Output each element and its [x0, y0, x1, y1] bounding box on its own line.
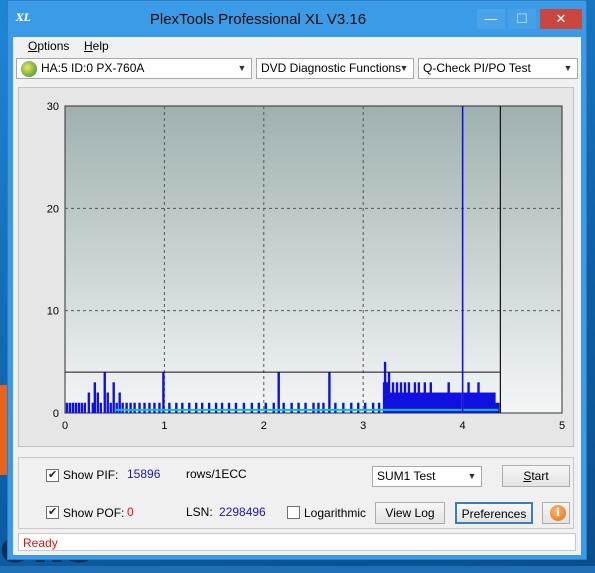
menu-options-accel: O	[28, 39, 38, 53]
show-pif-label: Show PIF:	[63, 468, 119, 482]
y-tick-label: 20	[47, 203, 59, 215]
x-tick-label: 2	[261, 420, 267, 432]
info-button[interactable]: i	[542, 502, 570, 524]
close-button[interactable]: ✕	[540, 9, 582, 29]
minimize-button[interactable]: —	[477, 9, 505, 29]
status-bar: Ready	[18, 533, 576, 551]
menu-help[interactable]: Help	[84, 39, 109, 53]
view-log-button[interactable]: View Log	[375, 502, 445, 524]
client-area: Options Help HA:5 ID:0 PX-760A ▼ DVD Dia…	[13, 37, 581, 555]
lsn-value: 2298496	[219, 505, 266, 519]
show-pof-checkbox[interactable]: ✔	[46, 506, 59, 519]
y-tick-label: 0	[53, 408, 59, 420]
drive-select-value: HA:5 ID:0 PX-760A	[41, 61, 145, 75]
maximize-button[interactable]: ☐	[508, 9, 536, 29]
chevron-down-icon: ▼	[237, 63, 247, 73]
drive-select[interactable]: HA:5 ID:0 PX-760A ▼	[16, 58, 252, 79]
function-select[interactable]: DVD Diagnostic Functions ▼	[256, 58, 414, 79]
pi-po-chart: 0 1 2 3 4 5 0 10 20 30	[47, 101, 565, 432]
y-tick-label: 30	[47, 101, 59, 113]
show-pif-checkbox[interactable]: ✔	[46, 469, 59, 482]
status-text: Ready	[23, 536, 58, 550]
pof-value: 0	[127, 505, 134, 519]
plot-area	[64, 105, 563, 414]
logarithmic-label: Logarithmic	[304, 506, 367, 520]
controls-panel: ✔ Show PIF: 15896 rows/1ECC SUM1 Test ▼ …	[18, 457, 574, 529]
lsn-label: LSN:	[186, 505, 213, 519]
x-tick-label: 1	[161, 420, 167, 432]
x-tick-label: 4	[460, 420, 466, 432]
checkmark-icon: ✔	[48, 506, 58, 518]
drive-icon	[21, 61, 37, 77]
pif-unit: rows/1ECC	[186, 467, 247, 481]
info-icon: i	[550, 505, 566, 521]
sum-test-value: SUM1 Test	[377, 469, 436, 483]
menu-options[interactable]: Options	[28, 39, 69, 53]
chart-panel: 0 1 2 3 4 5 0 10 20 30	[18, 87, 574, 447]
app-window: XL PlexTools Professional XL V3.16 — ☐ ✕…	[7, 0, 587, 560]
start-label: tart	[531, 469, 549, 483]
x-tick-label: 0	[62, 420, 68, 432]
pif-value: 15896	[127, 467, 161, 481]
sum-test-select[interactable]: SUM1 Test ▼	[372, 466, 482, 487]
chevron-down-icon: ▼	[399, 63, 409, 73]
window-title: PlexTools Professional XL V3.16	[149, 11, 367, 28]
title-bar[interactable]: XL PlexTools Professional XL V3.16 — ☐ ✕	[8, 1, 586, 37]
menu-help-accel: H	[84, 39, 93, 53]
chevron-down-icon: ▼	[467, 471, 477, 481]
show-pof-label: Show POF:	[63, 506, 125, 520]
preferences-button[interactable]: Preferences	[455, 502, 533, 524]
x-tick-label: 5	[559, 420, 565, 432]
y-tick-label: 10	[47, 306, 59, 318]
test-select[interactable]: Q-Check PI/PO Test ▼	[418, 58, 578, 79]
logarithmic-checkbox[interactable]	[287, 506, 300, 519]
chevron-down-icon: ▼	[563, 63, 573, 73]
checkmark-icon: ✔	[48, 469, 58, 481]
start-button[interactable]: Start	[502, 465, 570, 487]
function-select-value: DVD Diagnostic Functions	[261, 61, 402, 75]
x-tick-label: 3	[360, 420, 366, 432]
menu-options-label: ptions	[37, 39, 70, 53]
menu-bar: Options Help	[13, 37, 581, 55]
test-select-value: Q-Check PI/PO Test	[423, 61, 531, 75]
menu-help-label: elp	[92, 39, 109, 53]
